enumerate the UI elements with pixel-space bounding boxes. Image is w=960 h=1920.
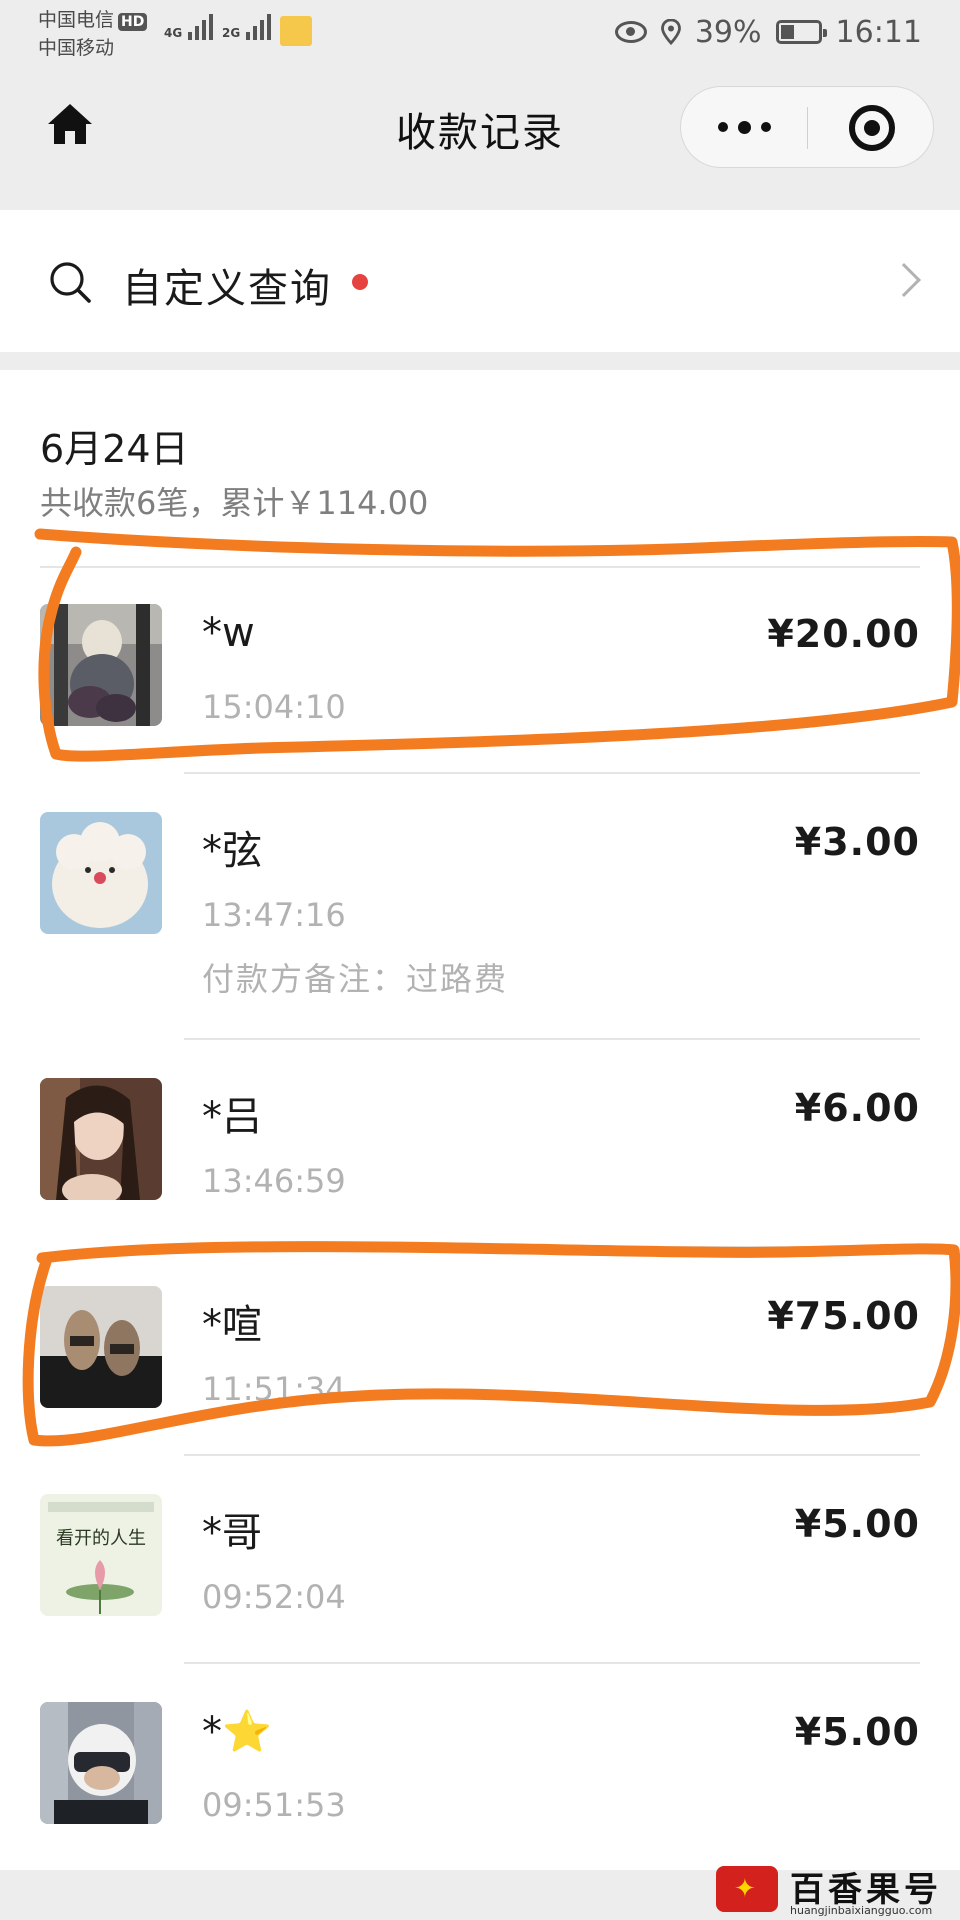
more-dot-icon xyxy=(760,122,771,132)
custom-query-label: 自定义查询 xyxy=(122,266,332,312)
payer-name: *喧 xyxy=(202,1302,262,1348)
amount: ¥75.00 xyxy=(767,1294,920,1338)
notification-app-icon xyxy=(280,16,312,46)
carrier-2: 中国移动 xyxy=(38,37,115,59)
battery-icon xyxy=(775,20,827,44)
payment-time: 09:52:04 xyxy=(202,1578,346,1616)
avatar xyxy=(40,1078,162,1200)
records-card: 6月24日 共收款6笔，累计￥114.00 *w ¥20.00 15:04:10 xyxy=(0,370,960,1870)
amount: ¥5.00 xyxy=(794,1502,920,1546)
amount: ¥6.00 xyxy=(794,1086,920,1130)
payer-name: *w xyxy=(202,610,255,656)
payer-name: *吕 xyxy=(202,1094,262,1140)
signal-4g-icon: 4G xyxy=(164,14,214,40)
avatar xyxy=(40,1286,162,1408)
avatar: 看开的人生 xyxy=(40,1494,162,1616)
amount: ¥20.00 xyxy=(767,612,920,656)
divider xyxy=(184,1662,920,1664)
avatar xyxy=(40,1702,162,1824)
divider xyxy=(40,566,920,568)
more-dot-icon xyxy=(737,120,751,134)
location-icon xyxy=(660,19,681,45)
divider xyxy=(184,772,920,774)
watermark-logo-icon xyxy=(716,1866,778,1912)
avatar-caption: 看开的人生 xyxy=(56,1528,146,1549)
eye-comfort-icon xyxy=(614,21,647,43)
carrier-info: 中国电信 HD 中国移动 xyxy=(38,6,148,62)
watermark: 百香果号 huangjinbaixiangguo.com xyxy=(712,1862,952,1920)
date-header: 6月24日 xyxy=(40,427,189,471)
payment-time: 13:46:59 xyxy=(202,1162,346,1200)
payer-name: *弦 xyxy=(202,828,262,874)
search-icon xyxy=(50,262,91,303)
more-button[interactable] xyxy=(681,87,807,167)
payer-name: *哥 xyxy=(202,1510,262,1556)
custom-query-row[interactable]: 自定义查询 xyxy=(0,210,960,352)
hd-badge: HD xyxy=(118,13,148,31)
payment-time: 15:04:10 xyxy=(202,688,346,726)
watermark-url: huangjinbaixiangguo.com xyxy=(790,1904,933,1917)
carrier-1: 中国电信 xyxy=(38,9,115,31)
avatar xyxy=(40,812,162,934)
amount: ¥3.00 xyxy=(794,820,920,864)
avatar xyxy=(40,604,162,726)
payment-time: 13:47:16 xyxy=(202,896,346,934)
capsule-divider xyxy=(807,107,808,149)
battery-percent: 39% xyxy=(694,14,762,50)
divider xyxy=(184,1038,920,1040)
clock: 16:11 xyxy=(835,14,922,50)
miniprogram-capsule xyxy=(680,86,934,168)
divider xyxy=(184,1454,920,1456)
close-miniprogram-button[interactable] xyxy=(849,105,895,151)
status-right: 39% 16:11 xyxy=(614,10,922,54)
chevron-right-icon xyxy=(887,263,921,297)
new-badge-dot xyxy=(352,274,368,290)
status-bar: 中国电信 HD 中国移动 4G 2G 39% 16:11 xyxy=(0,0,960,72)
amount: ¥5.00 xyxy=(794,1710,920,1754)
daily-summary: 共收款6笔，累计￥114.00 xyxy=(40,484,429,522)
payer-remark: 付款方备注：过路费 xyxy=(202,960,509,998)
more-dot-icon xyxy=(717,122,728,132)
signal-2g-icon: 2G xyxy=(222,14,272,40)
payer-name: *⭐ xyxy=(202,1709,272,1755)
payment-time: 11:51:34 xyxy=(202,1370,346,1408)
divider xyxy=(184,1246,920,1248)
payment-time: 09:51:53 xyxy=(202,1786,346,1824)
title-bar: 收款记录 xyxy=(0,72,960,210)
